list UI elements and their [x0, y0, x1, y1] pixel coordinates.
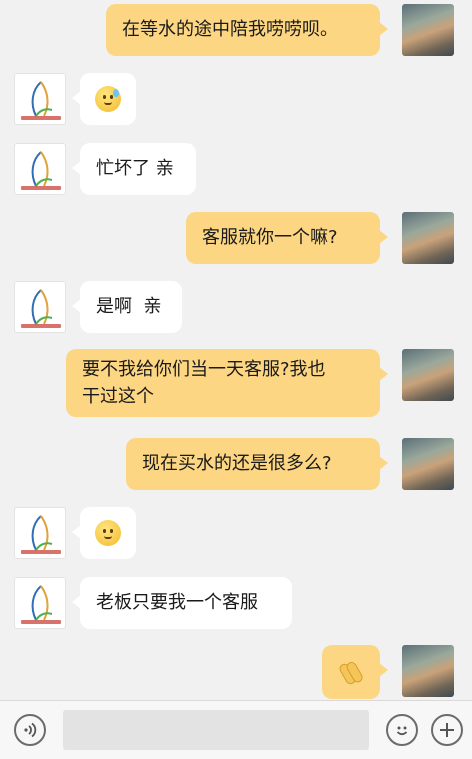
input-bar: [0, 700, 472, 759]
message-text-line: 要不我给你们当一天客服?我也: [82, 359, 326, 380]
clapping-hands-icon: [335, 655, 367, 689]
message-text: 客服就你一个嘛?: [202, 227, 338, 248]
shop-avatar[interactable]: [14, 143, 66, 195]
smile-emoji-icon: [95, 520, 121, 546]
emoji-button[interactable]: [386, 714, 418, 746]
shop-logo-icon: [31, 515, 53, 551]
my-avatar[interactable]: [402, 349, 454, 401]
my-avatar[interactable]: [402, 4, 454, 56]
message-text: 是啊 亲: [96, 296, 162, 317]
message-text: 忙坏了 亲: [96, 158, 174, 179]
emoji-icon: [396, 726, 408, 736]
shop-avatar[interactable]: [14, 281, 66, 333]
message-bubble-me[interactable]: 客服就你一个嘛?: [186, 212, 388, 264]
voice-icon: [24, 722, 37, 738]
message-bubble-other[interactable]: 老板只要我一个客服: [72, 577, 292, 629]
message-bubble-other[interactable]: [72, 73, 136, 125]
message-bubble-other[interactable]: 忙坏了 亲: [72, 143, 196, 195]
my-avatar[interactable]: [402, 212, 454, 264]
message-bubble-me[interactable]: [322, 645, 388, 699]
shop-avatar[interactable]: [14, 577, 66, 629]
shop-logo-icon: [31, 585, 53, 621]
add-icon: [440, 723, 454, 737]
message-bubble-me[interactable]: 在等水的途中陪我唠唠呗。: [106, 4, 388, 56]
my-avatar[interactable]: [402, 645, 454, 697]
message-input[interactable]: [63, 710, 369, 750]
shop-avatar[interactable]: [14, 73, 66, 125]
shop-logo-icon: [31, 81, 53, 117]
add-button[interactable]: [431, 714, 463, 746]
message-text: 现在买水的还是很多么?: [142, 453, 332, 474]
message-bubble-other[interactable]: [72, 507, 136, 559]
message-bubble-me[interactable]: 要不我给你们当一天客服?我也 干过这个: [66, 349, 388, 417]
my-avatar[interactable]: [402, 438, 454, 490]
message-text: 在等水的途中陪我唠唠呗。: [122, 19, 338, 40]
message-bubble-me[interactable]: 现在买水的还是很多么?: [126, 438, 388, 490]
message-bubble-other[interactable]: 是啊 亲: [72, 281, 182, 333]
voice-button[interactable]: [14, 714, 46, 746]
shop-avatar[interactable]: [14, 507, 66, 559]
chat-area[interactable]: 在等水的途中陪我唠唠呗。 忙坏了 亲 客服就你一个嘛? 是啊 亲 要不我给你们当…: [0, 0, 472, 700]
sweat-smile-emoji-icon: [95, 86, 121, 112]
shop-logo-icon: [31, 151, 53, 187]
message-text-line: 干过这个: [82, 386, 154, 407]
shop-logo-icon: [31, 289, 53, 325]
message-text: 老板只要我一个客服: [96, 592, 258, 613]
